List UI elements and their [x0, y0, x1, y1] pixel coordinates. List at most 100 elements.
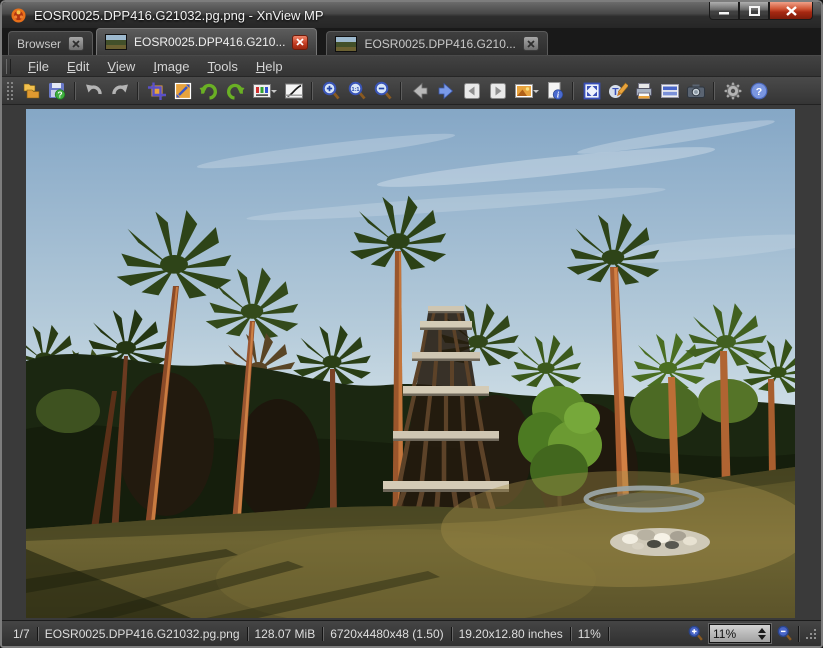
print-icon [634, 81, 654, 101]
filmstrip-button[interactable] [657, 79, 682, 103]
menu-image[interactable]: Image [144, 57, 198, 76]
menu-file[interactable]: File [19, 57, 58, 76]
menu-bar: File Edit View Image Tools Help [2, 56, 821, 77]
resize-button[interactable] [170, 79, 195, 103]
undo-icon [84, 81, 104, 101]
status-zoom-controls: 11% [687, 624, 817, 643]
zoom-in-icon [321, 81, 341, 101]
spinner-arrows[interactable] [758, 628, 767, 640]
tab-thumbnail [335, 36, 357, 52]
next-arrow-icon [436, 81, 456, 101]
filmstrip-icon [660, 81, 680, 101]
tab-label: Browser [17, 37, 61, 51]
curves-button[interactable] [281, 79, 306, 103]
close-button[interactable] [769, 2, 813, 20]
status-dimensions: 6720x4480x48 (1.50) [323, 627, 451, 641]
window-controls [709, 2, 813, 20]
previous-image-button[interactable] [407, 79, 432, 103]
spin-up-icon[interactable] [758, 628, 766, 633]
tab-close-button[interactable] [292, 35, 308, 50]
previous-arrow-icon [410, 81, 430, 101]
draw-text-button[interactable]: T [605, 79, 630, 103]
crop-button[interactable] [144, 79, 169, 103]
svg-text:?: ? [57, 89, 62, 99]
browse-folders-icon [21, 81, 41, 101]
tab-label: EOSR0025.DPP416.G210... [364, 37, 515, 51]
zoom-value: 11% [713, 627, 758, 641]
toolbar: ? [2, 77, 821, 105]
next-image-button[interactable] [433, 79, 458, 103]
image-viewport[interactable] [2, 105, 821, 620]
save-button[interactable]: ? [44, 79, 69, 103]
crop-icon [147, 81, 167, 101]
dropdown-caret-icon [533, 90, 539, 96]
adjust-colors-icon [252, 81, 272, 101]
window-title: EOSR0025.DPP416.G21032.pg.png - XnView M… [34, 8, 324, 23]
menu-tools[interactable]: Tools [198, 57, 246, 76]
spin-down-icon[interactable] [758, 635, 766, 640]
maximize-button[interactable] [739, 2, 769, 20]
close-icon [786, 6, 797, 16]
zoom-out-icon[interactable] [776, 625, 793, 642]
tab-browser[interactable]: Browser [8, 31, 93, 55]
resize-grip-handle[interactable] [805, 628, 817, 640]
close-icon [527, 40, 535, 48]
svg-text:1:1: 1:1 [351, 87, 359, 93]
toolbar-separator [713, 82, 715, 100]
curves-icon [284, 81, 304, 101]
draw-text-icon: T [608, 81, 628, 101]
minimize-button[interactable] [709, 2, 739, 20]
rotate-right-button[interactable] [222, 79, 247, 103]
last-image-button[interactable] [485, 79, 510, 103]
settings-button[interactable] [720, 79, 745, 103]
print-button[interactable] [631, 79, 656, 103]
zoom-out-icon [373, 81, 393, 101]
adjust-colors-button[interactable] [248, 79, 280, 103]
slideshow-icon [514, 81, 534, 101]
fullscreen-button[interactable] [579, 79, 604, 103]
help-icon: ? [749, 81, 769, 101]
redo-button[interactable] [107, 79, 132, 103]
menu-view[interactable]: View [98, 57, 144, 76]
toolbar-separator [74, 82, 76, 100]
tab-close-button[interactable] [523, 36, 539, 51]
close-icon [296, 38, 304, 46]
svg-text:?: ? [755, 86, 761, 98]
capture-button[interactable] [683, 79, 708, 103]
status-filename: EOSR0025.DPP416.G21032.pg.png [38, 627, 248, 641]
zoom-in-button[interactable] [318, 79, 343, 103]
browse-button[interactable] [18, 79, 43, 103]
toolbar-separator [572, 82, 574, 100]
help-button[interactable]: ? [746, 79, 771, 103]
camera-icon [686, 81, 706, 101]
info-button[interactable]: i [542, 79, 567, 103]
slideshow-button[interactable] [511, 79, 541, 103]
status-separator [798, 626, 800, 642]
menu-grip-handle[interactable] [6, 59, 11, 74]
toolbar-separator [311, 82, 313, 100]
first-page-icon [462, 81, 482, 101]
fullscreen-icon [582, 81, 602, 101]
status-filesize: 128.07 MiB [248, 627, 324, 641]
status-bar: 1/7 EOSR0025.DPP416.G21032.pg.png 128.07… [2, 620, 821, 646]
tab-thumbnail [105, 34, 127, 50]
menu-help[interactable]: Help [247, 57, 292, 76]
zoom-in-icon[interactable] [687, 625, 704, 642]
undo-button[interactable] [81, 79, 106, 103]
rotate-right-icon [225, 81, 245, 101]
tab-image-1-active[interactable]: EOSR0025.DPP416.G210... [96, 28, 317, 55]
zoom-actual-size-button[interactable]: 1:1 [344, 79, 369, 103]
toolbar-grip-handle[interactable] [6, 81, 13, 101]
first-image-button[interactable] [459, 79, 484, 103]
title-bar[interactable]: EOSR0025.DPP416.G21032.pg.png - XnView M… [2, 2, 821, 28]
zoom-out-button[interactable] [370, 79, 395, 103]
last-page-icon [488, 81, 508, 101]
rotate-left-button[interactable] [196, 79, 221, 103]
zoom-percentage-spinner[interactable]: 11% [709, 624, 771, 643]
menu-edit[interactable]: Edit [58, 57, 98, 76]
gear-icon [723, 81, 743, 101]
tab-close-button[interactable] [68, 36, 84, 51]
maximize-icon [749, 6, 760, 16]
tab-image-2[interactable]: EOSR0025.DPP416.G210... [326, 31, 547, 55]
xnview-logo-icon [10, 7, 27, 24]
